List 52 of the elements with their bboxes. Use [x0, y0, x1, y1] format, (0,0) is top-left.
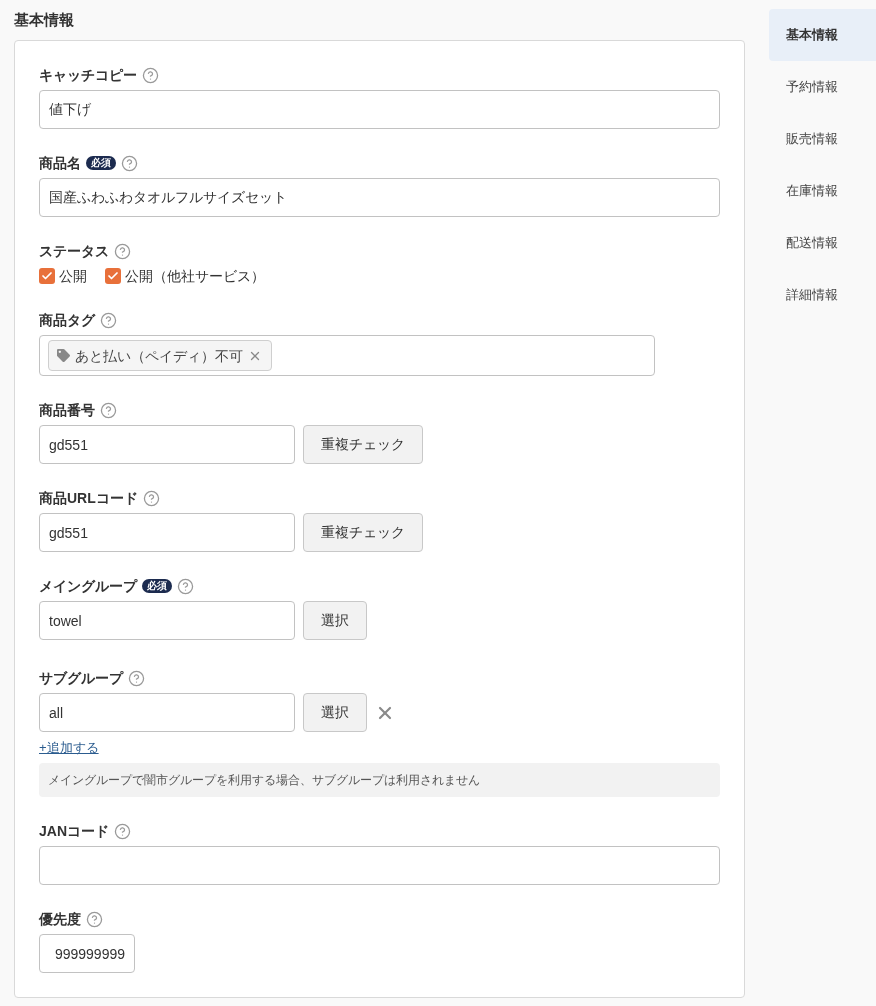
help-icon[interactable] — [142, 489, 160, 507]
field-label: 商品URLコード — [39, 489, 138, 508]
text-input[interactable]: all — [39, 693, 295, 732]
checkbox[interactable] — [105, 268, 121, 284]
field-label: 優先度 — [39, 910, 81, 929]
help-icon[interactable] — [121, 154, 138, 172]
text-input[interactable]: 値下げ — [39, 90, 720, 129]
help-icon[interactable] — [177, 577, 194, 595]
field-label: メイングループ — [39, 577, 137, 596]
section-title: 基本情報 — [14, 10, 74, 30]
checkbox-label: 公開 — [59, 267, 87, 286]
nav-item[interactable]: 在庫情報 — [769, 165, 876, 217]
help-icon[interactable] — [86, 910, 103, 928]
help-icon[interactable] — [100, 311, 117, 329]
tag-label: あと払い（ペイディ）不可 — [75, 346, 243, 366]
help-icon[interactable] — [114, 242, 131, 260]
text-input[interactable]: 国産ふわふわタオルフルサイズセット — [39, 178, 720, 217]
nav-item[interactable]: 販売情報 — [769, 113, 876, 165]
required-badge: 必須 — [142, 579, 172, 593]
text-input[interactable]: towel — [39, 601, 295, 640]
help-icon[interactable] — [128, 669, 145, 687]
field-label: 商品タグ — [39, 311, 95, 330]
checkbox[interactable] — [39, 268, 55, 284]
text-input[interactable]: gd551 — [39, 425, 295, 464]
nav-item[interactable]: 配送情報 — [769, 217, 876, 269]
note-box: メイングループで闇市グループを利用する場合、サブグループは利用されません — [39, 763, 720, 797]
field-label: ステータス — [39, 242, 109, 261]
check-icon — [41, 270, 53, 282]
nav-item[interactable]: 詳細情報 — [769, 269, 876, 321]
nav-item[interactable]: 基本情報 — [769, 9, 876, 61]
action-button[interactable]: 選択 — [303, 693, 367, 732]
action-button[interactable]: 重複チェック — [303, 425, 423, 464]
field-label: JANコード — [39, 822, 109, 841]
action-button[interactable]: 選択 — [303, 601, 367, 640]
checkbox-label: 公開（他社サービス） — [125, 267, 265, 286]
field-label: サブグループ — [39, 669, 123, 688]
field-label: キャッチコピー — [39, 66, 137, 85]
nav-item[interactable]: 予約情報 — [769, 61, 876, 113]
help-icon[interactable] — [100, 401, 117, 419]
check-icon — [107, 270, 119, 282]
tag-icon — [57, 349, 70, 362]
text-input[interactable]: gd551 — [39, 513, 295, 552]
add-link[interactable]: +追加する — [39, 739, 99, 757]
tag-input-field[interactable]: あと払い（ペイディ）不可 — [39, 335, 655, 376]
help-icon[interactable] — [114, 822, 131, 840]
field-label: 商品番号 — [39, 401, 95, 420]
help-icon[interactable] — [142, 66, 159, 84]
text-input[interactable] — [39, 846, 720, 885]
text-input[interactable]: 999999999 — [39, 934, 135, 973]
action-button[interactable]: 重複チェック — [303, 513, 423, 552]
field-label: 商品名 — [39, 154, 81, 173]
required-badge: 必須 — [86, 156, 116, 170]
